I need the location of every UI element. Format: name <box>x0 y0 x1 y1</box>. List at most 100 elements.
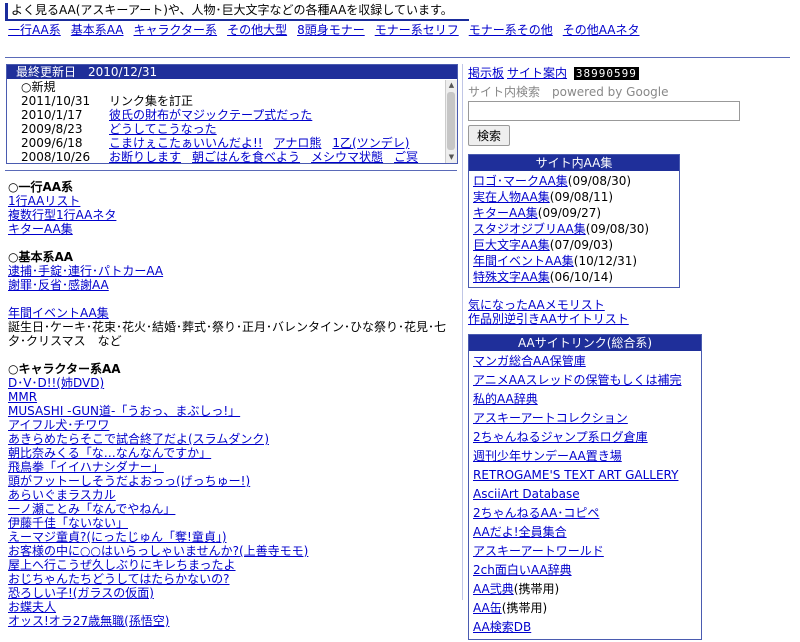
news-link[interactable]: お断りします <box>109 150 181 163</box>
search-button[interactable]: 検索 <box>468 125 511 146</box>
aa-site-item: RETROGAME'S TEXT ART GALLERY <box>473 466 697 485</box>
top-nav-link[interactable]: モナー系セリフ <box>375 23 459 37</box>
top-nav: 一行AA系 基本系AA キャラクター系 その他大型 8頭身モナー モナー系セリフ モナー系そ… <box>8 23 698 38</box>
site-aa-link[interactable]: 巨大文字AA集 <box>473 238 550 252</box>
nav-divider <box>5 57 790 58</box>
section-link[interactable]: 1行AAリスト <box>8 194 458 208</box>
site-aa-link[interactable]: キターAA集 <box>473 206 538 220</box>
news-header: 最終更新日 2010/12/31 <box>7 65 457 79</box>
site-aa-date: (09/08/30) <box>567 174 632 188</box>
scroll-down-icon[interactable]: ▼ <box>447 153 456 162</box>
aa-site-item: 2ちゃんねるジャンプ系ログ倉庫 <box>473 428 697 447</box>
memo-link[interactable]: 気になったAAメモリスト <box>468 298 788 312</box>
search-input[interactable] <box>468 101 740 121</box>
section-title: 一行AA系 <box>8 180 458 194</box>
section-link[interactable]: あきらめたらそこで試合終了だよ(スラムダンク) <box>8 432 458 446</box>
news-scrollbar[interactable]: ▲ ▼ <box>445 80 457 163</box>
column-divider <box>462 64 463 600</box>
news-date: 2010/1/17 <box>21 108 83 122</box>
scroll-thumb[interactable] <box>447 92 455 150</box>
section-link[interactable]: おじちゃんたちどうしてはたらかないの? <box>8 572 458 586</box>
section-link[interactable]: 朝比奈みくる「な…なんなんですか」 <box>8 446 458 460</box>
aa-site-link[interactable]: AA弐典 <box>473 582 514 596</box>
news-date: ○新規 <box>21 80 56 94</box>
news-link[interactable]: メシウマ状態 <box>311 150 383 163</box>
news-row: ○新規 <box>17 80 444 94</box>
aa-site-link[interactable]: マンガ総合AA保管庫 <box>473 354 586 368</box>
section-link[interactable]: 恐ろしい子!(ガラスの仮面) <box>8 586 458 600</box>
site-aa-link[interactable]: スタジオジブリAA集 <box>473 222 586 236</box>
section-link[interactable]: 謝罪･反省･感謝AA <box>8 278 458 292</box>
news-link[interactable]: ご冥 <box>394 150 418 163</box>
top-nav-link[interactable]: 一行AA系 <box>8 23 61 37</box>
section-link[interactable]: えーマジ童貞?(にったじゅん「奪!童貞」) <box>8 530 458 544</box>
top-nav-link[interactable]: その他大型 <box>227 23 287 37</box>
news-link[interactable]: どうしてこうなった <box>109 122 217 136</box>
news-link[interactable]: アナロ熊 <box>274 136 322 150</box>
aa-site-link[interactable]: アスキーアートコレクション <box>473 411 628 425</box>
section-link[interactable]: D･V･D!!(姉DVD) <box>8 376 458 390</box>
aa-site-link[interactable]: RETROGAME'S TEXT ART GALLERY <box>473 468 678 482</box>
aa-site-link[interactable]: AA缶 <box>473 601 502 615</box>
section-link[interactable]: 屋上へ行こうぜ久しぶりにキレちまったよ <box>8 558 458 572</box>
aa-site-note: (携帯用) <box>501 601 548 615</box>
section-link[interactable]: 伊藤千佳「ないない」 <box>8 516 458 530</box>
section-link[interactable]: 飛鳥拳「イイハナシダナー」 <box>8 460 458 474</box>
aa-site-link[interactable]: 2ちゃんねるAA･コピペ <box>473 506 599 520</box>
site-tagline: よく見るAA(アスキーアート)や、人物･巨大文字などの各種AAを収録しています。 <box>5 3 469 21</box>
aa-site-link[interactable]: 2ちゃんねるジャンプ系ログ倉庫 <box>473 430 648 444</box>
news-link[interactable]: 彼氏の財布がマジックテープ式だった <box>109 108 312 122</box>
top-nav-link[interactable]: その他AAネタ <box>563 23 640 37</box>
top-nav-link[interactable]: 基本系AA <box>71 23 124 37</box>
memo-link[interactable]: 作品別逆引きAAサイトリスト <box>468 312 788 326</box>
aa-site-link[interactable]: アスキーアートワールド <box>473 544 604 558</box>
top-nav-link[interactable]: モナー系その他 <box>469 23 553 37</box>
section-link[interactable]: キターAA集 <box>8 222 458 236</box>
site-aa-item: 実在人物AA集(09/08/11) <box>473 189 675 205</box>
top-nav-link[interactable]: 8頭身モナー <box>297 23 365 37</box>
site-aa-item: 年間イベントAA集(10/12/31) <box>473 253 675 269</box>
left-content: 一行AA系1行AAリスト複数行型1行AAネタキターAA集基本系AA逮捕･手錠･連… <box>8 180 458 642</box>
section-link[interactable]: あらいぐまラスカル <box>8 488 458 502</box>
aa-site-item: マンガ総合AA保管庫 <box>473 352 697 371</box>
news-link[interactable]: こまけぇこたぁいいんだよ!! <box>109 136 263 150</box>
site-aa-link[interactable]: 実在人物AA集 <box>473 190 550 204</box>
news-date: 2009/8/23 <box>21 122 83 136</box>
site-aa-link[interactable]: ロゴ･マークAA集 <box>473 174 568 188</box>
section-link[interactable]: お蝶夫人 <box>8 600 458 614</box>
news-row: 2009/8/23 どうしてこうなった <box>17 122 444 136</box>
section-link[interactable]: MUSASHI -GUN道-「うおっ、まぶしっ!」 <box>8 404 458 418</box>
aa-site-link[interactable]: AsciiArt Database <box>473 487 580 501</box>
section-link[interactable]: 複数行型1行AAネタ <box>8 208 458 222</box>
section-link[interactable]: 逮捕･手錠･連行･パトカーAA <box>8 264 458 278</box>
site-aa-link[interactable]: 年間イベントAA集 <box>473 254 574 268</box>
section-link[interactable]: MMR <box>8 390 458 404</box>
section-link[interactable]: オッス!オラ27歳無職(孫悟空) <box>8 614 458 628</box>
scroll-up-icon[interactable]: ▲ <box>447 81 456 90</box>
aa-site-link[interactable]: AAだよ!全員集合 <box>473 525 567 539</box>
site-guide-link[interactable]: サイト案内 <box>507 66 567 80</box>
site-aa-date: (06/10/14) <box>549 270 614 284</box>
bbs-link[interactable]: 掲示板 <box>468 66 504 80</box>
news-link[interactable]: 朝ごはんを食べよう <box>192 150 300 163</box>
aa-site-link[interactable]: アニメAAスレッドの保管もしくは補完 <box>473 373 682 387</box>
section-link[interactable]: アイフル犬･チワワ <box>8 418 458 432</box>
section-link[interactable]: 一ノ瀬ことみ「なんでやねん」 <box>8 502 458 516</box>
aa-site-link[interactable]: AA検索DB <box>473 620 531 634</box>
aa-site-link[interactable]: 週刊少年サンデーAA置き場 <box>473 449 622 463</box>
news-box: 最終更新日 2010/12/31 ○新規 2011/10/31 リンク集を訂正 201… <box>6 64 458 164</box>
site-aa-date: (07/09/03) <box>549 238 614 252</box>
aa-site-link[interactable]: 2ch面白いAA辞典 <box>473 563 572 577</box>
section-link[interactable]: お客様の中に○○はいらっしゃいませんか?(上善寺モモ) <box>8 544 458 558</box>
aa-site-note: (携帯用) <box>513 582 560 596</box>
top-nav-link[interactable]: キャラクター系 <box>134 23 218 37</box>
aa-site-link[interactable]: 私的AA辞典 <box>473 392 538 406</box>
aa-site-item: アスキーアートコレクション <box>473 409 697 428</box>
site-aa-link[interactable]: 特殊文字AA集 <box>473 270 550 284</box>
news-link[interactable]: 1乙(ツンデレ) <box>332 136 409 150</box>
news-date: 2011/10/31 <box>21 94 91 108</box>
section-link[interactable]: 頭がフットーしそうだよおっっ(げっちゅー!) <box>8 474 458 488</box>
section-description: 誕生日･ケーキ･花束･花火･結婚･葬式･祭り･正月･バレンタイン･ひな祭り･花見… <box>8 320 447 348</box>
aa-site-item: 週刊少年サンデーAA置き場 <box>473 447 697 466</box>
section-link[interactable]: 年間イベントAA集 <box>8 306 458 320</box>
